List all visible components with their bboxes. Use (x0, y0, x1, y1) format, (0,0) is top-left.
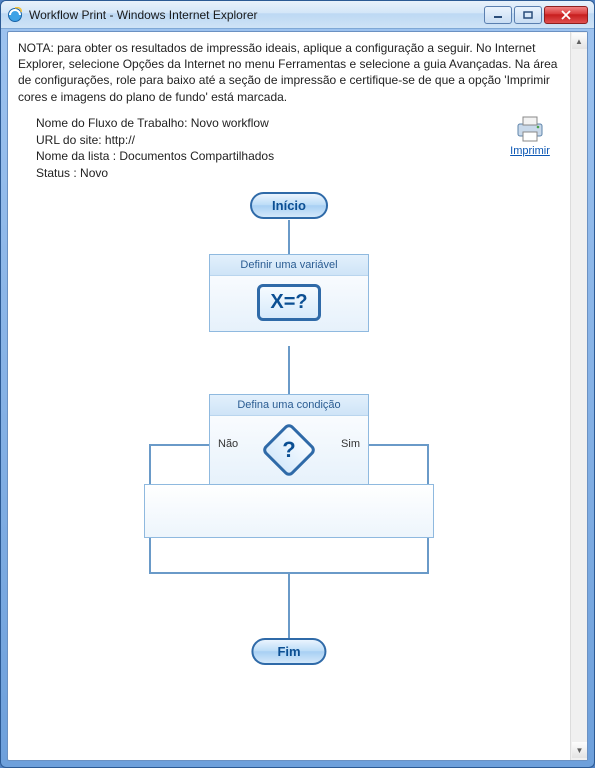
minimize-button[interactable] (484, 6, 512, 24)
page-content: NOTA: para obter os resultados de impres… (8, 32, 570, 756)
node-title: Definir uma variável (210, 255, 368, 276)
window-title: Workflow Print - Windows Internet Explor… (29, 8, 484, 22)
connector (149, 444, 209, 446)
close-button[interactable] (544, 6, 588, 24)
printer-icon (514, 115, 546, 143)
close-icon (560, 10, 572, 20)
page-viewport: NOTA: para obter os resultados de impres… (8, 32, 570, 760)
connector (288, 572, 290, 638)
meta-list-name: Nome da lista : Documentos Compartilhado… (36, 148, 500, 165)
window-controls (484, 6, 588, 24)
minimize-icon (493, 11, 503, 19)
connector (369, 444, 429, 446)
decision-icon: ? (261, 422, 318, 479)
workflow-meta: Nome do Fluxo de Trabalho: Novo workflow… (18, 115, 500, 182)
question-mark-icon: ? (272, 433, 306, 467)
ie-icon (7, 7, 23, 23)
end-node: Fim (251, 638, 326, 665)
define-variable-node: Definir uma variável X=? (209, 254, 369, 332)
connector (149, 444, 151, 484)
meta-site-url: URL do site: http:// (36, 132, 500, 149)
variable-symbol: X=? (257, 284, 320, 321)
titlebar[interactable]: Workflow Print - Windows Internet Explor… (1, 1, 594, 29)
maximize-button[interactable] (514, 6, 542, 24)
maximize-icon (523, 11, 533, 19)
print-link[interactable]: Imprimir (510, 145, 550, 157)
browser-window: Workflow Print - Windows Internet Explor… (0, 0, 595, 768)
branch-container (144, 484, 434, 538)
node-title: Defina uma condição (210, 395, 368, 416)
print-section: Imprimir (500, 115, 560, 182)
connector (427, 444, 429, 484)
workflow-diagram: Início Definir uma variável X=? D (18, 188, 560, 748)
branch-no-label: Não (218, 438, 238, 450)
connector (427, 538, 429, 572)
node-body: Não Sim ? (210, 416, 368, 486)
print-note: NOTA: para obter os resultados de impres… (18, 40, 560, 105)
node-body: X=? (210, 276, 368, 331)
connector (288, 346, 290, 394)
start-node: Início (250, 192, 328, 219)
branch-yes-label: Sim (341, 438, 360, 450)
scroll-up-arrow-icon[interactable]: ▲ (572, 33, 587, 49)
vertical-scrollbar[interactable]: ▲ ▼ (570, 32, 587, 760)
meta-block: Nome do Fluxo de Trabalho: Novo workflow… (18, 115, 560, 182)
connector (149, 538, 151, 572)
scroll-down-arrow-icon[interactable]: ▼ (572, 742, 587, 758)
connector (288, 220, 290, 254)
meta-workflow-name: Nome do Fluxo de Trabalho: Novo workflow (36, 115, 500, 132)
condition-node: Defina uma condição Não Sim ? (209, 394, 369, 487)
content-frame: NOTA: para obter os resultados de impres… (7, 31, 588, 761)
meta-status: Status : Novo (36, 165, 500, 182)
